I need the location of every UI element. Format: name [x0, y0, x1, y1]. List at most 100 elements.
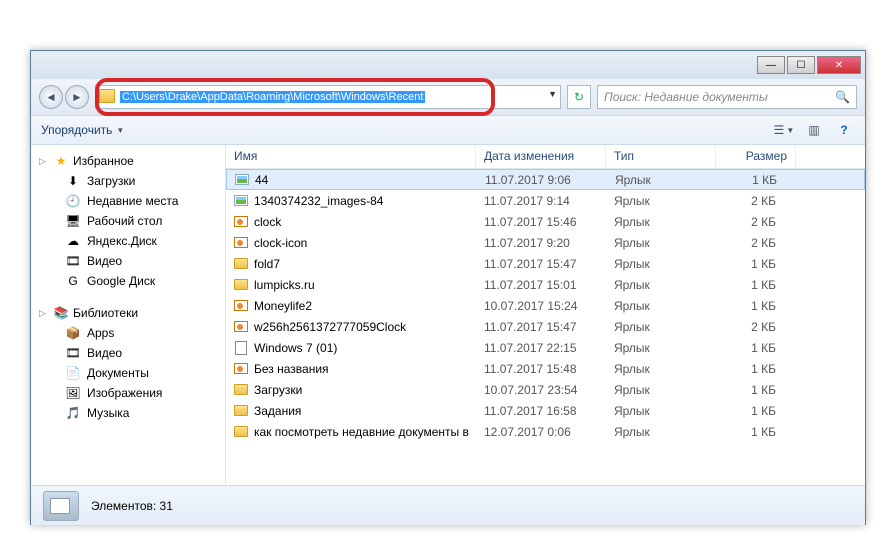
sidebar-item[interactable]: 🎞Видео — [31, 251, 225, 271]
libraries-group: ▷ 📚 Библиотеки 📦 Apps 🎞Видео📄Документы 🖼 Изо… — [31, 303, 225, 423]
status-bar: Элементов: 31 — [31, 485, 865, 525]
file-row[interactable]: Moneylife210.07.2017 15:24Ярлык1 КБ — [226, 295, 865, 316]
item-label: Изображения — [87, 386, 162, 400]
file-pane: Имя Дата изменения Тип Размер 4411.07.20… — [226, 145, 865, 485]
refresh-button[interactable]: ↻ — [567, 85, 591, 109]
minimize-button[interactable]: — — [757, 56, 785, 74]
view-mode-button[interactable]: ☰▼ — [773, 119, 795, 141]
file-row[interactable]: w256h2561372777059Clock11.07.2017 15:47Я… — [226, 316, 865, 337]
file-icon — [232, 321, 250, 332]
file-type: Ярлык — [606, 320, 716, 334]
file-name: fold7 — [254, 257, 476, 271]
favorites-group: ▷ ★ Избранное ⬇Загрузки🕘Недавние места 🖥 Р… — [31, 151, 225, 291]
sidebar-item[interactable]: GGoogle Диск — [31, 271, 225, 291]
file-icon — [232, 237, 250, 248]
file-type: Ярлык — [606, 383, 716, 397]
file-row[interactable]: fold711.07.2017 15:47Ярлык1 КБ — [226, 253, 865, 274]
file-icon — [232, 279, 250, 290]
file-icon — [232, 426, 250, 437]
file-row[interactable]: Без названия11.07.2017 15:48Ярлык1 КБ — [226, 358, 865, 379]
file-size: 1 КБ — [716, 278, 784, 292]
column-date[interactable]: Дата изменения — [476, 145, 606, 168]
file-size: 1 КБ — [716, 404, 784, 418]
libraries-label: Библиотеки — [73, 306, 138, 320]
caret-icon: ▷ — [39, 308, 49, 319]
navbar: ◄ ► C:\Users\Drake\AppData\Roaming\Micro… — [31, 79, 865, 115]
organize-button[interactable]: Упорядочить ▼ — [41, 123, 124, 137]
item-icon: 📦 — [65, 325, 81, 341]
file-name: Загрузки — [254, 383, 476, 397]
column-type[interactable]: Тип — [606, 145, 716, 168]
sidebar-item[interactable]: 🎞Видео — [31, 343, 225, 363]
sidebar-item[interactable]: ☁Яндекс.Диск — [31, 231, 225, 251]
item-icon: 🎞 — [65, 253, 81, 269]
file-row[interactable]: Задания11.07.2017 16:58Ярлык1 КБ — [226, 400, 865, 421]
sidebar-item[interactable]: 📄Документы — [31, 363, 225, 383]
address-path[interactable]: C:\Users\Drake\AppData\Roaming\Microsoft… — [120, 91, 425, 103]
address-bar-wrap: C:\Users\Drake\AppData\Roaming\Microsoft… — [95, 85, 561, 109]
address-dropdown-icon[interactable]: ▼ — [548, 89, 557, 99]
item-label: Apps — [87, 326, 114, 340]
item-label: Рабочий стол — [87, 214, 162, 228]
item-label: Музыка — [87, 406, 129, 420]
toolbar: Упорядочить ▼ ☰▼ ▥ ? — [31, 115, 865, 145]
file-row[interactable]: lumpicks.ru11.07.2017 15:01Ярлык1 КБ — [226, 274, 865, 295]
sidebar-item[interactable]: 🖥 Рабочий стол — [31, 211, 225, 231]
sidebar-item[interactable]: 🎵 Музыка — [31, 403, 225, 423]
file-size: 1 КБ — [716, 299, 784, 313]
item-icon: 🎵 — [65, 405, 81, 421]
libraries-header[interactable]: ▷ 📚 Библиотеки — [31, 303, 225, 323]
sidebar-item[interactable]: ⬇Загрузки — [31, 171, 225, 191]
column-header: Имя Дата изменения Тип Размер — [226, 145, 865, 169]
file-name: как посмотреть недавние документы в — [254, 425, 476, 439]
file-type: Ярлык — [607, 173, 717, 187]
preview-pane-button[interactable]: ▥ — [803, 119, 825, 141]
file-date: 11.07.2017 15:01 — [476, 278, 606, 292]
file-icon — [232, 405, 250, 416]
file-type: Ярлык — [606, 341, 716, 355]
item-icon: 🖼 — [65, 385, 81, 401]
sidebar-item[interactable]: 🖼 Изображения — [31, 383, 225, 403]
organize-label: Упорядочить — [41, 123, 112, 137]
help-button[interactable]: ? — [833, 119, 855, 141]
caret-icon: ▷ — [39, 156, 49, 167]
file-type: Ярлык — [606, 404, 716, 418]
file-size: 1 КБ — [716, 341, 784, 355]
file-size: 1 КБ — [717, 173, 785, 187]
address-bar[interactable]: C:\Users\Drake\AppData\Roaming\Microsoft… — [95, 85, 561, 109]
file-type: Ярлык — [606, 278, 716, 292]
search-icon[interactable]: 🔍 — [835, 90, 850, 104]
star-icon: ★ — [53, 153, 69, 169]
column-name[interactable]: Имя — [226, 145, 476, 168]
file-row[interactable]: как посмотреть недавние документы в12.07… — [226, 421, 865, 442]
file-icon — [232, 384, 250, 395]
file-row[interactable]: 4411.07.2017 9:06Ярлык1 КБ — [226, 169, 865, 190]
item-label: Видео — [87, 346, 122, 360]
file-type: Ярлык — [606, 236, 716, 250]
back-button[interactable]: ◄ — [39, 85, 63, 109]
item-icon: ☁ — [65, 233, 81, 249]
file-name: 1340374232_images-84 — [254, 194, 476, 208]
file-type: Ярлык — [606, 194, 716, 208]
file-list[interactable]: 4411.07.2017 9:06Ярлык1 КБ1340374232_ima… — [226, 169, 865, 485]
item-icon: 🖥 — [65, 213, 81, 229]
file-size: 2 КБ — [716, 194, 784, 208]
search-placeholder: Поиск: Недавние документы — [604, 90, 768, 104]
maximize-button[interactable]: ☐ — [787, 56, 815, 74]
forward-button[interactable]: ► — [65, 85, 89, 109]
file-row[interactable]: clock11.07.2017 15:46Ярлык2 КБ — [226, 211, 865, 232]
sidebar-item[interactable]: 📦 Apps — [31, 323, 225, 343]
file-icon — [232, 300, 250, 311]
favorites-header[interactable]: ▷ ★ Избранное — [31, 151, 225, 171]
file-row[interactable]: 1340374232_images-8411.07.2017 9:14Ярлык… — [226, 190, 865, 211]
close-button[interactable]: ✕ — [817, 56, 861, 74]
file-row[interactable]: Windows 7 (01)11.07.2017 22:15Ярлык1 КБ — [226, 337, 865, 358]
file-row[interactable]: clock-icon11.07.2017 9:20Ярлык2 КБ — [226, 232, 865, 253]
column-size[interactable]: Размер — [716, 145, 796, 168]
titlebar: — ☐ ✕ — [31, 51, 865, 79]
file-row[interactable]: Загрузки10.07.2017 23:54Ярлык1 КБ — [226, 379, 865, 400]
search-input[interactable]: Поиск: Недавние документы 🔍 — [597, 85, 857, 109]
file-icon — [232, 341, 250, 355]
sidebar-item[interactable]: 🕘Недавние места — [31, 191, 225, 211]
item-icon: 📄 — [65, 365, 81, 381]
